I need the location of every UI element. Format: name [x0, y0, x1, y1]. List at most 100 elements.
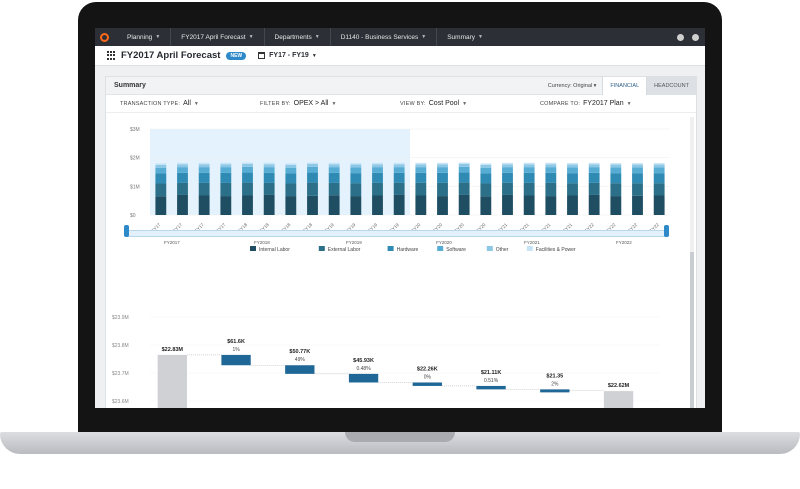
- nav-item-forecast[interactable]: FY2017 April Forecast ▼: [170, 28, 263, 46]
- bar-segment: [567, 183, 578, 196]
- compare-to-filter[interactable]: COMPARE TO: FY2017 Plan ▼: [540, 100, 632, 107]
- waterfall-bar: [603, 391, 634, 408]
- waterfall-bar: [476, 385, 506, 390]
- date-range-label: FY17 - FY19: [269, 52, 309, 59]
- app-grid-icon[interactable]: [107, 51, 116, 60]
- bar-segment: [328, 167, 340, 173]
- bar-segment: [350, 163, 362, 165]
- filter-by-filter[interactable]: FILTER BY: OPEX > All ▼: [260, 100, 400, 107]
- value-label: $45.93K: [353, 358, 374, 364]
- settings-icon[interactable]: [677, 33, 684, 41]
- bar-segment: [220, 167, 232, 173]
- chevron-down-icon: ▼: [478, 34, 483, 40]
- bar-segment: [588, 162, 600, 165]
- transaction-type-filter[interactable]: TRANSACTION TYPE: All ▼: [120, 100, 260, 107]
- bar-segment: [155, 183, 167, 197]
- bar-segment: [177, 194, 188, 215]
- bar-segment: [653, 163, 665, 165]
- y-tick-label: $1M: [130, 184, 140, 190]
- stacked-bar-chart: $3M$2M$1M$0Q1 FY17Q2 FY17Q3 FY17Q4 FY17Q…: [130, 127, 670, 253]
- bar-segment: [155, 173, 167, 184]
- percent-label: 49%: [295, 357, 306, 363]
- bar-segment: [285, 196, 297, 215]
- scrollbar-thumb[interactable]: [690, 252, 694, 408]
- bar-segment: [588, 172, 600, 183]
- nav-item-department[interactable]: D1140 - Business Services ▼: [329, 28, 437, 46]
- bar-segment: [610, 173, 622, 184]
- bar-segment: [263, 164, 275, 168]
- waterfall-bar: [285, 365, 315, 374]
- y-tick-label: $23.9M: [112, 315, 129, 321]
- title-row: FY2017 April Forecast NEW FY17 - FY19 ▼: [95, 46, 705, 66]
- bar-segment: [220, 196, 232, 215]
- legend-swatch: [318, 246, 325, 251]
- bar-segment: [350, 173, 362, 184]
- bar-segment: [198, 182, 210, 196]
- bar-segment: [653, 167, 665, 174]
- legend-label: Other: [496, 247, 509, 253]
- bar-segment: [480, 167, 492, 174]
- value-label: $22.83M: [162, 347, 184, 353]
- filter-value: OPEX > All: [293, 100, 329, 107]
- summary-panel: Summary Currency: Original ▾ FINANCIAL H…: [105, 76, 697, 408]
- bar-segment: [263, 194, 275, 215]
- bar-segment: [545, 196, 557, 215]
- bar-segment: [523, 182, 535, 196]
- bar-segment: [155, 196, 167, 215]
- bar-segment: [480, 183, 492, 197]
- timeline-start-handle[interactable]: [124, 225, 129, 237]
- chevron-down-icon: ▼: [462, 101, 468, 107]
- bar-segment: [415, 162, 427, 165]
- nav-label: Departments: [274, 33, 312, 41]
- bar-segment: [307, 166, 318, 173]
- tab-financial[interactable]: FINANCIAL: [602, 76, 648, 95]
- nav-item-summary[interactable]: Summary ▼: [436, 28, 493, 46]
- date-range-selector[interactable]: FY17 - FY19 ▼: [258, 52, 317, 59]
- bar-segment: [328, 162, 340, 165]
- bar-segment: [177, 172, 188, 183]
- nav-item-departments[interactable]: Departments ▼: [263, 28, 330, 46]
- currency-selector[interactable]: Currency: Original ▾: [548, 83, 597, 89]
- bar-segment: [350, 164, 362, 168]
- bar-segment: [242, 195, 253, 215]
- nav-item-planning[interactable]: Planning ▼: [117, 28, 170, 46]
- bar-segment: [263, 172, 275, 183]
- legend-label: Facilities & Power: [536, 247, 576, 253]
- bar-segment: [285, 183, 297, 197]
- bar-segment: [588, 167, 600, 173]
- filter-value: All: [183, 100, 191, 107]
- y-tick-label: $23.6M: [112, 399, 129, 405]
- value-label: $61.6K: [227, 339, 245, 345]
- bar-segment: [415, 195, 427, 215]
- bar-segment: [502, 167, 513, 173]
- bar-segment: [328, 172, 340, 183]
- waterfall-bar: [412, 382, 442, 386]
- laptop-notch: [345, 432, 455, 442]
- filter-label: COMPARE TO:: [540, 101, 581, 107]
- top-nav: Planning ▼ FY2017 April Forecast ▼ Departm…: [95, 28, 705, 46]
- timeline-label: FY2022: [616, 240, 632, 245]
- timeline-slider[interactable]: FY2017 FY2018 FY2019 FY2020 FY2021 FY202…: [124, 225, 669, 245]
- help-icon[interactable]: [692, 33, 699, 41]
- tab-headcount[interactable]: HEADCOUNT: [647, 76, 696, 95]
- bar-segment: [480, 163, 492, 165]
- bar-segment: [502, 182, 513, 195]
- bar-segment: [198, 167, 210, 173]
- bar-segment: [155, 164, 167, 168]
- filter-value: FY2017 Plan: [583, 100, 624, 107]
- legend-swatch: [526, 246, 533, 251]
- timeline-end-handle[interactable]: [664, 225, 669, 237]
- view-by-filter[interactable]: VIEW BY: Cost Pool ▼: [400, 100, 540, 107]
- percent-label: 2%: [551, 381, 559, 387]
- value-label: $22.26K: [417, 366, 438, 372]
- filter-value: Cost Pool: [428, 100, 460, 107]
- waterfall-bar: [540, 389, 570, 393]
- bar-segment: [588, 164, 600, 168]
- chevron-down-icon: ▼: [626, 101, 632, 107]
- bar-segment: [393, 167, 405, 173]
- bar-segment: [198, 195, 210, 215]
- bar-segment: [480, 196, 492, 215]
- app-logo-icon[interactable]: [100, 32, 109, 42]
- vertical-scrollbar[interactable]: [690, 117, 694, 408]
- bar-segment: [198, 162, 210, 165]
